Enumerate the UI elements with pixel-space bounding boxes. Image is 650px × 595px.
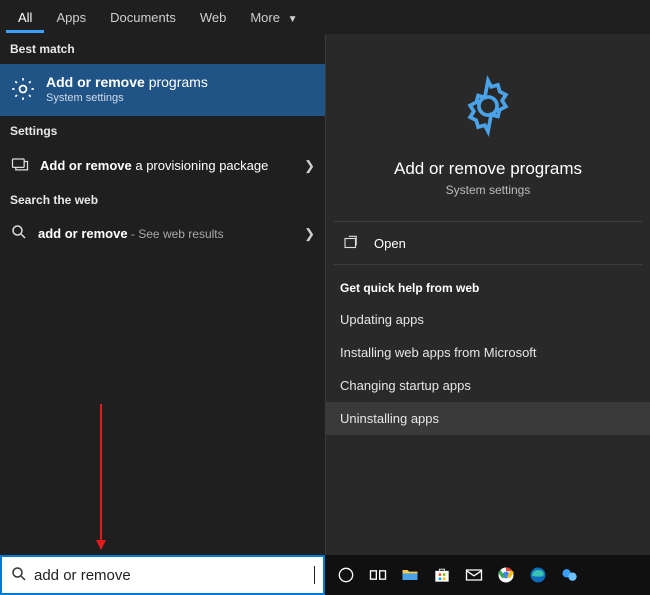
best-match-subtitle: System settings <box>46 92 208 104</box>
best-match-title: Add or remove programs <box>46 74 208 90</box>
open-icon <box>342 234 360 252</box>
tab-apps[interactable]: Apps <box>44 2 98 33</box>
tab-all[interactable]: All <box>6 2 44 33</box>
search-input[interactable] <box>34 567 308 584</box>
quick-help-label: Get quick help from web <box>326 265 650 303</box>
open-action[interactable]: Open <box>326 222 650 264</box>
app-icon[interactable] <box>559 564 581 586</box>
settings-label: Settings <box>0 116 325 146</box>
tab-documents[interactable]: Documents <box>98 2 188 33</box>
mail-icon[interactable] <box>463 564 485 586</box>
help-changing-startup-apps[interactable]: Changing startup apps <box>326 369 650 402</box>
search-box[interactable] <box>0 555 325 595</box>
results-panel: Best match Add or remove programs System… <box>0 34 325 555</box>
preview-panel: Add or remove programs System settings O… <box>325 34 650 555</box>
chevron-down-icon: ▼ <box>288 14 298 25</box>
tab-web[interactable]: Web <box>188 2 239 33</box>
settings-result-provisioning[interactable]: Add or remove a provisioning package ❯ <box>0 146 325 185</box>
annotation-arrow <box>100 404 102 549</box>
help-uninstalling-apps[interactable]: Uninstalling apps <box>326 402 650 435</box>
task-view-icon[interactable] <box>367 564 389 586</box>
search-icon <box>10 565 28 586</box>
chrome-icon[interactable] <box>495 564 517 586</box>
help-installing-web-apps[interactable]: Installing web apps from Microsoft <box>326 336 650 369</box>
microsoft-store-icon[interactable] <box>431 564 453 586</box>
edge-icon[interactable] <box>527 564 549 586</box>
preview-subtitle: System settings <box>446 183 531 197</box>
taskbar <box>325 555 650 595</box>
taskbar-area <box>0 555 650 595</box>
best-match-label: Best match <box>0 34 325 64</box>
preview-title: Add or remove programs <box>394 159 582 179</box>
text-caret <box>314 566 315 584</box>
gear-icon <box>456 74 520 141</box>
search-web-label: Search the web <box>0 185 325 215</box>
settings-result-text: Add or remove a provisioning package <box>40 158 268 173</box>
tab-more[interactable]: More ▼ <box>238 2 309 33</box>
gear-icon <box>10 76 36 102</box>
web-result-text: add or remove - See web results <box>38 226 224 241</box>
file-explorer-icon[interactable] <box>399 564 421 586</box>
best-match-result[interactable]: Add or remove programs System settings <box>0 64 325 116</box>
open-label: Open <box>374 236 406 251</box>
web-result[interactable]: add or remove - See web results ❯ <box>0 215 325 252</box>
provisioning-icon <box>10 154 30 177</box>
chevron-right-icon: ❯ <box>304 158 315 174</box>
help-updating-apps[interactable]: Updating apps <box>326 303 650 336</box>
search-icon <box>10 223 28 244</box>
filter-tabs: All Apps Documents Web More ▼ <box>0 0 650 34</box>
cortana-icon[interactable] <box>335 564 357 586</box>
chevron-right-icon: ❯ <box>304 226 315 242</box>
tab-more-label: More <box>250 10 280 25</box>
